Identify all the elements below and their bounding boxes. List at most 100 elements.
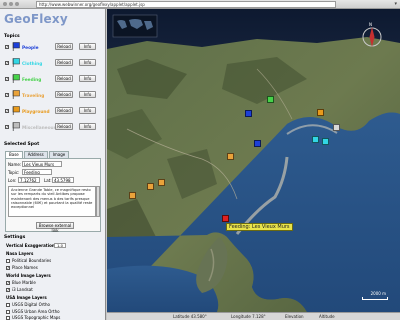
misc-marker-icon[interactable] [333, 124, 340, 131]
topic-flag-icon [12, 122, 21, 131]
marker-traveling[interactable] [227, 153, 234, 161]
info-button[interactable]: Info [79, 107, 96, 114]
lon-field[interactable]: 7.12762 [18, 177, 40, 183]
topic-checkbox[interactable]: ✓ [5, 125, 9, 129]
address-bar[interactable]: http://www.webwinner.org/geoflexy/applet… [36, 1, 336, 8]
checkbox[interactable] [6, 310, 10, 314]
reload-button[interactable]: Reload [55, 75, 73, 82]
description-textarea[interactable]: Ancienne Grande Table, ce magnifique res… [8, 186, 96, 217]
settings-heading: Settings [4, 235, 26, 240]
marker-playground[interactable] [317, 109, 324, 117]
topic-row-feeding: ✓ Feeding Reload Info [5, 74, 103, 84]
name-field[interactable]: Les Vieux Murs [22, 161, 62, 167]
people-marker-icon[interactable] [254, 140, 261, 147]
political-boundaries-toggle[interactable]: Political Boundaries [6, 258, 51, 263]
selected-spot-callout[interactable]: Feeding: Les Vieux Murs [226, 223, 293, 231]
checkbox-checked[interactable]: ✓ [6, 266, 10, 270]
status-altitude: Altitude [319, 314, 335, 319]
clothing-marker-icon[interactable] [312, 136, 319, 143]
topic-flag-icon [12, 74, 21, 83]
status-bar: Latitude 43.580° Longitude 7.128° Elevat… [107, 312, 400, 320]
info-button[interactable]: Info [79, 75, 96, 82]
blue-marble-toggle[interactable]: ✓ Blue Marble [6, 280, 36, 285]
browse-external-link-button[interactable]: Browse external link [36, 222, 74, 233]
marker-people[interactable] [254, 140, 261, 148]
checkbox[interactable] [6, 259, 10, 263]
browser-menu-icon[interactable]: ▾ [394, 1, 397, 7]
i3-landsat-toggle[interactable]: ✓ i3 Landsat [6, 287, 33, 292]
marker-people[interactable] [245, 110, 252, 118]
lat-field[interactable]: 43.5798 [52, 177, 74, 183]
marker-selected-feeding[interactable] [222, 215, 229, 223]
marker-traveling[interactable] [158, 179, 165, 187]
topic-flag-icon [12, 106, 21, 115]
checkbox[interactable] [6, 316, 10, 320]
topic-label: Clothing [22, 62, 43, 67]
feeding-marker-icon[interactable] [267, 96, 274, 103]
topic-checkbox[interactable]: ✓ [5, 109, 9, 113]
marker-traveling[interactable] [129, 192, 136, 200]
window-controls[interactable] [3, 2, 19, 6]
marker-misc[interactable] [333, 124, 340, 132]
playground-marker-icon[interactable] [317, 109, 324, 116]
info-button[interactable]: Info [79, 59, 96, 66]
minimize-window-icon[interactable] [9, 2, 13, 6]
usgs-urban-area-ortho-toggle[interactable]: USGS Urban Area Ortho [6, 309, 60, 314]
close-window-icon[interactable] [3, 2, 7, 6]
topic-field[interactable]: Feeding [22, 169, 52, 175]
topic-flag-icon [12, 90, 21, 99]
usgs-digital-ortho-label: USGS Digital Ortho [12, 302, 50, 307]
control-panel: GeoFlexy Topics ✓ People Reload Info ✓ Clothi… [0, 9, 106, 320]
globe-map-view[interactable]: N Feeding: Les Vieux Murs 2000 m [107, 9, 400, 312]
maximize-window-icon[interactable] [15, 2, 19, 6]
usgs-digital-ortho-toggle[interactable]: USGS Digital Ortho [6, 302, 50, 307]
tab-image[interactable]: Image [48, 151, 70, 158]
place-names-toggle[interactable]: ✓ Place Names [6, 265, 38, 270]
lon-label: Lon: [8, 178, 17, 183]
traveling-marker-icon[interactable] [129, 192, 136, 199]
world-image-layers-heading: World Image Layers [6, 273, 51, 278]
reload-button[interactable]: Reload [55, 123, 73, 130]
usa-image-layers-heading: USA Image Layers [6, 295, 47, 300]
scale-bar [362, 297, 388, 300]
usgs-topographic-maps-toggle[interactable]: USGS Topographic Maps [6, 315, 60, 320]
traveling-marker-icon[interactable] [227, 153, 234, 160]
people-marker-icon[interactable] [245, 110, 252, 117]
topic-checkbox[interactable]: ✓ [5, 45, 9, 49]
clothing-marker-icon[interactable] [322, 138, 329, 145]
topic-label: People [22, 46, 39, 51]
info-button[interactable]: Info [79, 43, 96, 50]
blue-marble-label: Blue Marble [12, 280, 36, 285]
marker-clothing[interactable] [322, 138, 329, 146]
tab-address[interactable]: Address [23, 151, 48, 158]
marker-clothing[interactable] [312, 136, 319, 144]
topic-flag-icon [12, 58, 21, 67]
topic-checkbox[interactable]: ✓ [5, 61, 9, 65]
selected-spot-heading: Selected Spot [4, 142, 40, 147]
tab-base[interactable]: Base [5, 151, 23, 158]
topic-row-playground: ✓ Playground Reload Info [5, 106, 103, 116]
checkbox[interactable] [6, 303, 10, 307]
reload-button[interactable]: Reload [55, 91, 73, 98]
info-button[interactable]: Info [79, 91, 96, 98]
reload-button[interactable]: Reload [55, 43, 73, 50]
selected-marker-icon[interactable] [222, 215, 229, 222]
reload-button[interactable]: Reload [55, 59, 73, 66]
marker-feeding[interactable] [267, 96, 274, 104]
info-button[interactable]: Info [79, 123, 96, 130]
app-logo: GeoFlexy [4, 12, 68, 26]
topic-checkbox[interactable]: ✓ [5, 93, 9, 97]
traveling-marker-icon[interactable] [158, 179, 165, 186]
checkbox-checked[interactable]: ✓ [6, 288, 10, 292]
checkbox-checked[interactable]: ✓ [6, 281, 10, 285]
marker-traveling[interactable] [147, 183, 154, 191]
topic-label: Traveling [22, 94, 45, 99]
spot-tabs: Base Address Image [5, 151, 70, 158]
lat-label: Lat: [44, 178, 52, 183]
vertical-exaggeration-input[interactable]: 1.0 [54, 243, 66, 248]
reload-button[interactable]: Reload [55, 107, 73, 114]
topic-checkbox[interactable]: ✓ [5, 77, 9, 81]
description-scrollbar[interactable] [96, 186, 100, 217]
satellite-terrain[interactable] [107, 9, 400, 312]
traveling-marker-icon[interactable] [147, 183, 154, 190]
